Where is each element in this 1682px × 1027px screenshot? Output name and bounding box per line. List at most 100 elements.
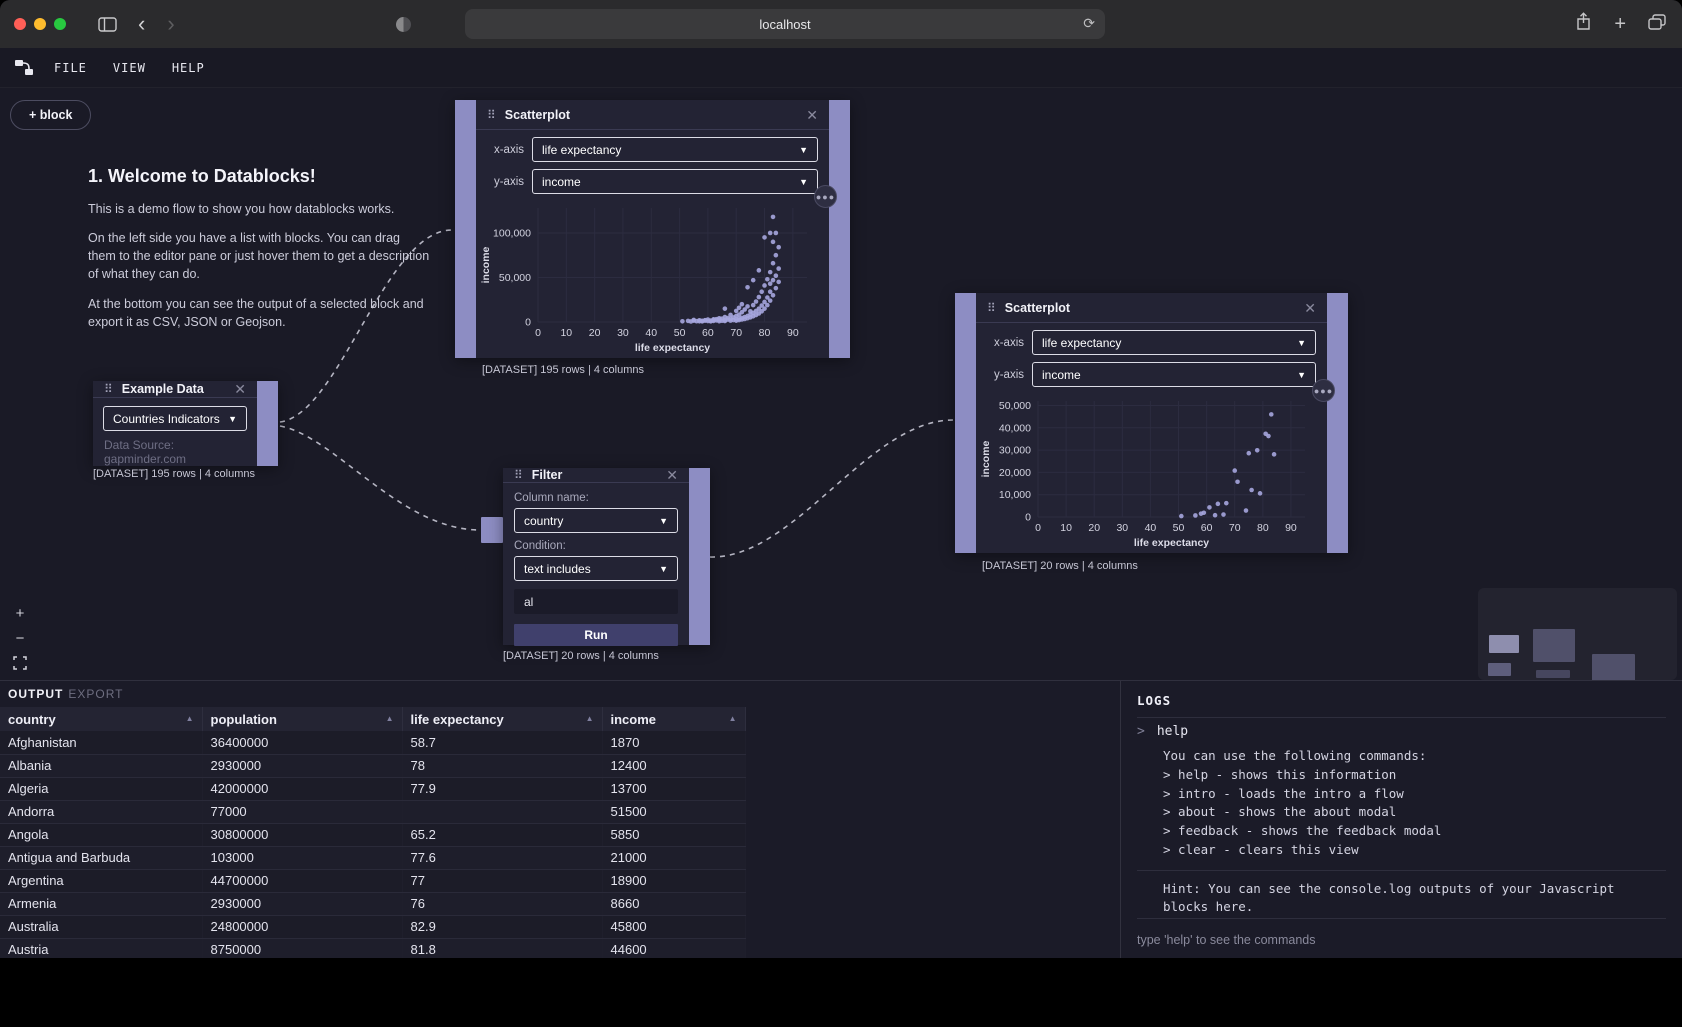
chevron-down-icon: ▼ [799,177,808,187]
table-row[interactable]: Argentina447000007718900 [0,869,745,892]
column-name-select[interactable]: country ▼ [514,508,678,533]
node-title: Scatterplot [505,108,797,122]
menu-item-help[interactable]: HELP [172,61,205,75]
svg-text:40,000: 40,000 [999,422,1031,434]
app-logo-icon[interactable] [14,59,36,76]
log-command-row[interactable]: > help [1137,717,1666,741]
sort-icon[interactable]: ▲ [586,714,594,723]
y-axis-select[interactable]: income ▼ [1032,362,1316,387]
close-icon[interactable]: ✕ [666,468,678,482]
column-name-value: country [524,514,563,528]
table-row[interactable]: Australia2480000082.945800 [0,915,745,938]
forward-button[interactable]: › [167,13,174,35]
condition-label: Condition: [514,540,678,552]
scatter-point [771,215,776,220]
input-port[interactable] [455,100,476,358]
tab-export[interactable]: EXPORT [68,687,123,701]
y-axis-select[interactable]: income ▼ [532,169,818,194]
more-options-button[interactable]: ●●● [1312,379,1335,402]
close-icon[interactable]: ✕ [234,382,246,396]
table-row[interactable]: Algeria4200000077.913700 [0,777,745,800]
url-bar[interactable]: localhost ⟳ [465,9,1105,39]
zoom-out-button[interactable]: − [12,630,28,646]
tab-overview-icon[interactable] [1648,14,1666,35]
node-header[interactable]: ⠿ Scatterplot ✕ [476,100,829,130]
table-cell: 42000000 [202,777,402,800]
drag-handle-icon[interactable]: ⠿ [514,468,523,482]
flow-canvas[interactable]: + block 1. Welcome to Datablocks! This i… [0,88,1682,680]
column-header[interactable]: income▲ [602,707,745,731]
drag-handle-icon[interactable]: ⠿ [987,301,996,315]
reload-icon[interactable]: ⟳ [1083,15,1095,32]
input-port[interactable] [955,293,976,553]
menu-item-view[interactable]: VIEW [113,61,146,75]
table-row[interactable]: Afghanistan3640000058.71870 [0,731,745,754]
table-row[interactable]: Albania29300007812400 [0,754,745,777]
output-port[interactable] [829,100,850,358]
scatter-point [754,299,759,304]
close-window-icon[interactable] [14,18,26,30]
share-icon[interactable] [1575,12,1592,36]
data-source-label: Data Source: gapminder.com [93,431,257,466]
log-hint: Hint: You can see the console.log output… [1137,871,1623,918]
svg-text:30: 30 [617,327,629,339]
data-table: country▲population▲life expectancy▲incom… [0,707,746,958]
output-port[interactable] [1327,293,1348,553]
column-header[interactable]: population▲ [202,707,402,731]
close-icon[interactable]: ✕ [806,108,818,122]
filter-query-input[interactable]: al [514,589,678,614]
log-command: help [1157,724,1188,739]
minimize-window-icon[interactable] [34,18,46,30]
log-input[interactable] [1137,933,1666,947]
node-header[interactable]: ⠿ Example Data ✕ [93,381,257,398]
table-row[interactable]: Andorra7700051500 [0,800,745,823]
y-axis-label: y-axis [487,176,524,188]
node-example-data[interactable]: ⠿ Example Data ✕ Countries Indicators ▼ … [93,381,278,466]
table-row[interactable]: Antigua and Barbuda10300077.621000 [0,846,745,869]
table-row[interactable]: Angola3080000065.25850 [0,823,745,846]
output-port[interactable] [689,468,710,645]
column-header[interactable]: country▲ [0,707,202,731]
node-filter[interactable]: ⠿ Filter ✕ Column name: country ▼ Condit… [503,468,710,645]
node-scatterplot-2[interactable]: ⠿ Scatterplot ✕ x-axis life expectancy ▼… [955,293,1348,553]
add-block-button[interactable]: + block [10,100,91,130]
shield-icon[interactable] [396,17,411,32]
y-axis-value: income [1042,368,1081,382]
dataset-select[interactable]: Countries Indicators ▼ [103,406,247,431]
fit-view-button[interactable] [12,655,28,671]
column-header[interactable]: life expectancy▲ [402,707,602,731]
minimap[interactable] [1478,588,1677,680]
chevron-down-icon: ▼ [799,145,808,155]
input-port[interactable] [481,517,503,543]
condition-select[interactable]: text includes ▼ [514,556,678,581]
output-port[interactable] [257,381,278,466]
node-header[interactable]: ⠿ Scatterplot ✕ [976,293,1327,323]
more-options-button[interactable]: ●●● [814,185,837,208]
drag-handle-icon[interactable]: ⠿ [487,108,496,122]
drag-handle-icon[interactable]: ⠿ [104,382,113,396]
scatter-point [1246,451,1251,456]
svg-text:20,000: 20,000 [999,467,1031,479]
run-button[interactable]: Run [514,624,678,646]
sort-icon[interactable]: ▲ [729,714,737,723]
sidebar-toggle-icon[interactable] [98,17,117,32]
menu-item-file[interactable]: FILE [54,61,87,75]
close-icon[interactable]: ✕ [1304,301,1316,315]
back-button[interactable]: ‹ [138,13,145,35]
node-header[interactable]: ⠿ Filter ✕ [503,468,689,483]
table-row[interactable]: Armenia2930000768660 [0,892,745,915]
x-axis-select[interactable]: life expectancy ▼ [532,137,818,162]
table-cell: Afghanistan [0,731,202,754]
zoom-window-icon[interactable] [54,18,66,30]
sort-icon[interactable]: ▲ [186,714,194,723]
sort-icon[interactable]: ▲ [386,714,394,723]
zoom-in-button[interactable]: + [12,605,28,621]
table-row[interactable]: Austria875000081.844600 [0,938,745,958]
scatter-point [774,273,779,278]
tab-output[interactable]: OUTPUT [8,687,63,701]
table-cell: 45800 [602,915,745,938]
scatter-point [751,303,756,308]
new-tab-icon[interactable]: + [1614,13,1626,36]
x-axis-select[interactable]: life expectancy ▼ [1032,330,1316,355]
node-scatterplot-1[interactable]: ⠿ Scatterplot ✕ x-axis life expectancy ▼… [455,100,850,358]
